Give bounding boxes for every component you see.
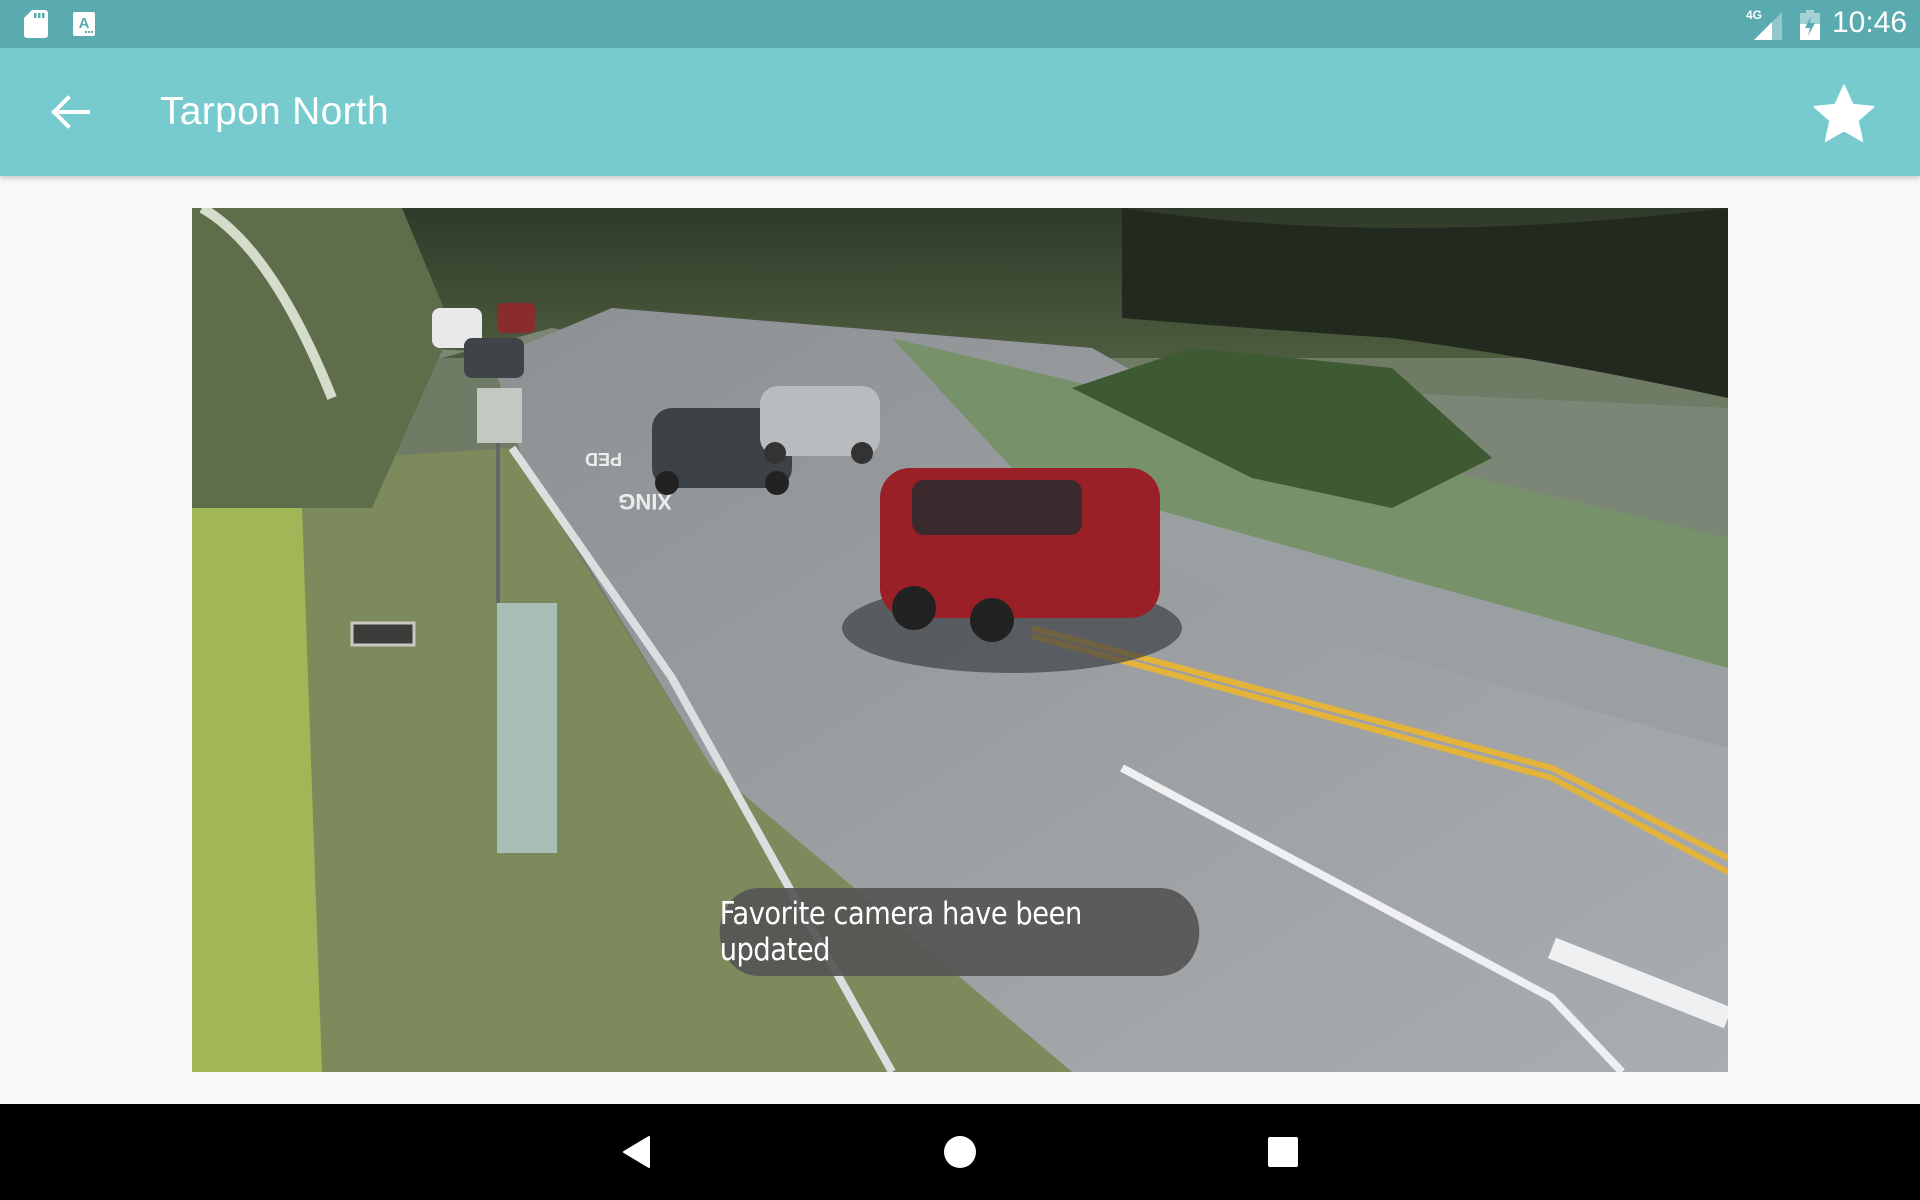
red-suv xyxy=(880,468,1160,642)
road-marking-ped: PED xyxy=(585,449,622,469)
star-icon xyxy=(1813,84,1875,142)
silver-sedan xyxy=(760,386,880,464)
street-sign xyxy=(477,388,522,443)
status-bar: A 4G 10:46 xyxy=(0,0,1920,48)
back-button[interactable] xyxy=(40,88,104,136)
circle-home-icon xyxy=(944,1136,976,1168)
keyboard-a-icon: A xyxy=(73,12,95,36)
nav-back-button[interactable] xyxy=(612,1128,660,1176)
signal-4g-icon: 4G xyxy=(1746,8,1782,40)
svg-text:4G: 4G xyxy=(1746,8,1762,22)
arrow-left-icon xyxy=(51,95,90,129)
battery-charging-icon xyxy=(1800,10,1820,40)
system-nav-bar xyxy=(0,1104,1920,1200)
square-recents-icon xyxy=(1268,1137,1298,1167)
triangle-back-icon xyxy=(623,1136,650,1168)
page-title: Tarpon North xyxy=(160,90,390,133)
nav-recents-button[interactable] xyxy=(1259,1128,1307,1176)
sd-card-icon xyxy=(24,10,48,38)
favorite-button[interactable] xyxy=(1808,78,1880,150)
nav-home-button[interactable] xyxy=(936,1128,984,1176)
svg-text:A: A xyxy=(79,15,90,32)
status-clock: 10:46 xyxy=(1832,6,1908,39)
toast-message: Favorite camera have been updated xyxy=(719,888,1200,976)
utility-box xyxy=(497,603,557,853)
app-bar: Tarpon North xyxy=(0,48,1920,176)
